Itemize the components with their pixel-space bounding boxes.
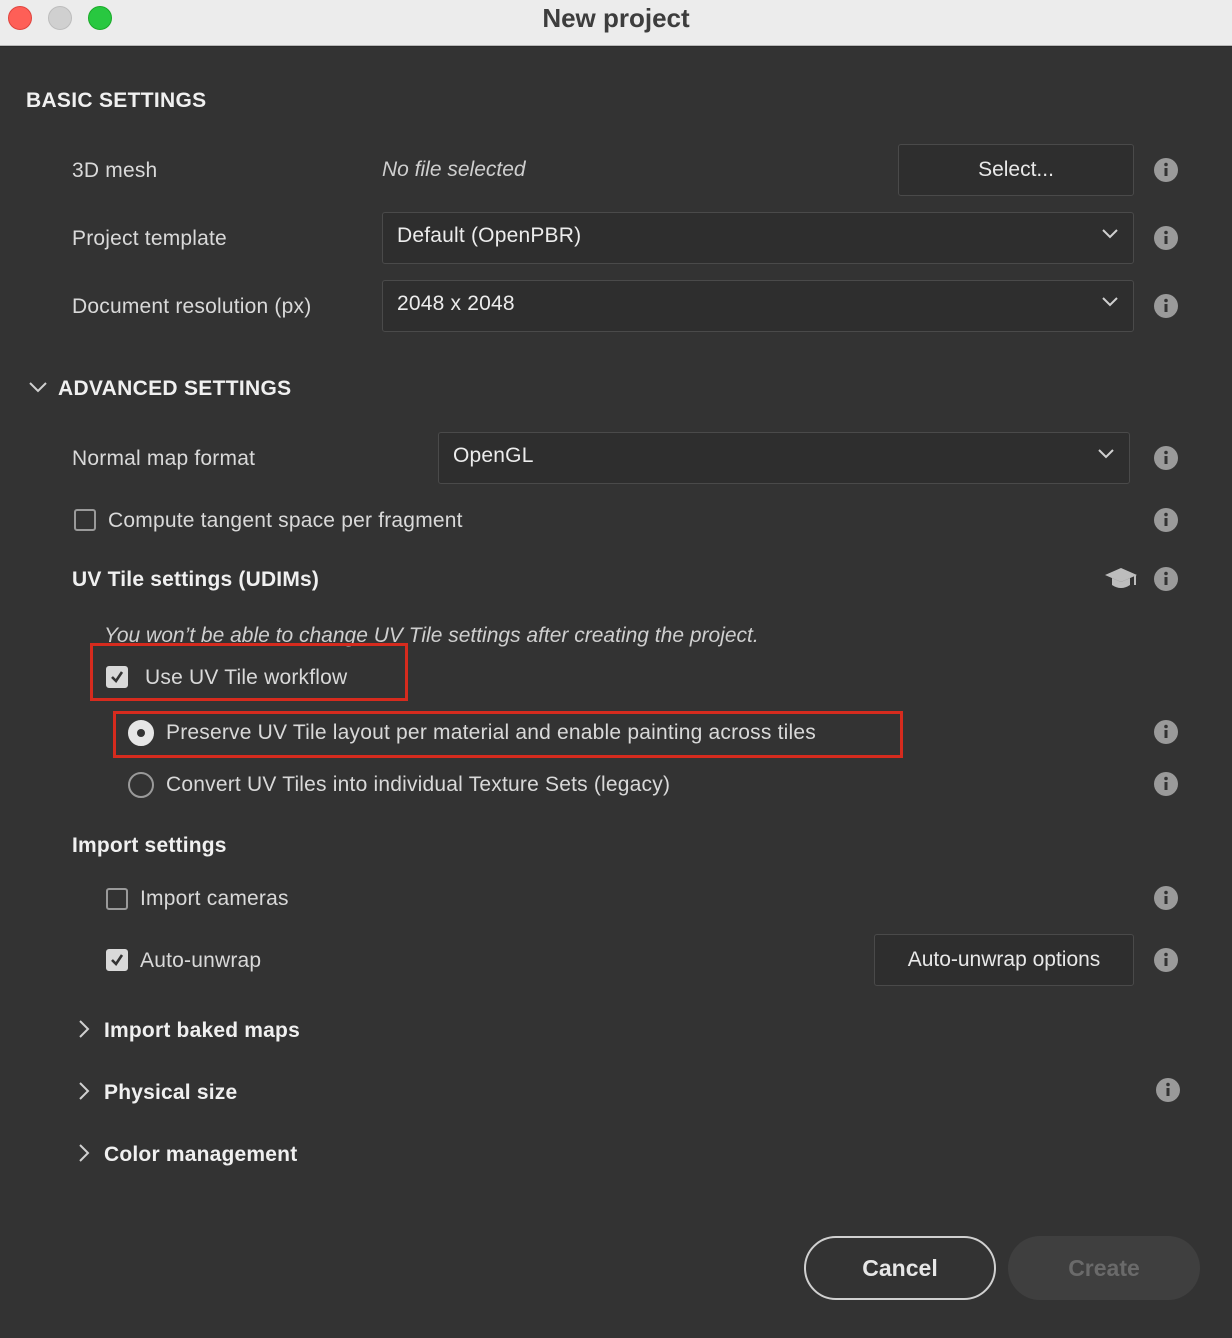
import-cameras-label[interactable]: Import cameras	[140, 887, 289, 911]
window-title: New project	[542, 3, 690, 33]
import-baked-maps-toggle[interactable]: Import baked maps	[104, 1019, 300, 1043]
normal-map-label: Normal map format	[72, 447, 256, 470]
select-mesh-button[interactable]: Select...	[898, 144, 1134, 196]
convert-tiles-radio[interactable]	[128, 772, 154, 798]
template-dropdown[interactable]: Default (OpenPBR)	[382, 212, 1134, 264]
info-icon[interactable]	[1154, 158, 1178, 182]
info-icon[interactable]	[1154, 720, 1178, 744]
resolution-label: Document resolution (px)	[72, 295, 312, 318]
auto-unwrap-label[interactable]: Auto-unwrap	[140, 949, 261, 973]
uv-workflow-checkbox[interactable]	[106, 666, 128, 688]
preserve-layout-radio[interactable]	[128, 720, 154, 746]
resolution-dropdown[interactable]: 2048 x 2048	[382, 280, 1134, 332]
physical-size-toggle[interactable]: Physical size	[104, 1081, 237, 1105]
auto-unwrap-checkbox[interactable]	[106, 949, 128, 971]
tangent-label[interactable]: Compute tangent space per fragment	[108, 509, 463, 533]
convert-tiles-label[interactable]: Convert UV Tiles into individual Texture…	[166, 773, 670, 797]
chevron-right-icon[interactable]	[76, 1143, 90, 1163]
chevron-down-icon	[1102, 297, 1118, 307]
basic-settings-heading: BASIC SETTINGS	[26, 89, 207, 112]
dialog-body: BASIC SETTINGS 3D mesh No file selected …	[0, 47, 1232, 1338]
resolution-value: 2048 x 2048	[397, 292, 515, 315]
info-icon[interactable]	[1154, 886, 1178, 910]
info-icon[interactable]	[1154, 446, 1178, 470]
graduation-cap-icon[interactable]	[1104, 565, 1138, 593]
normal-map-value: OpenGL	[453, 444, 534, 467]
color-management-toggle[interactable]: Color management	[104, 1143, 297, 1167]
import-settings-heading: Import settings	[72, 834, 227, 857]
checkmark-icon	[111, 671, 124, 684]
template-label: Project template	[72, 227, 227, 250]
chevron-down-icon	[1098, 449, 1114, 459]
preserve-layout-label[interactable]: Preserve UV Tile layout per material and…	[166, 721, 816, 745]
chevron-down-icon[interactable]	[28, 379, 48, 395]
chevron-right-icon[interactable]	[76, 1019, 90, 1039]
chevron-right-icon[interactable]	[76, 1081, 90, 1101]
uv-tile-heading: UV Tile settings (UDIMs)	[72, 568, 320, 591]
checkmark-icon	[111, 954, 124, 967]
auto-unwrap-options-button[interactable]: Auto-unwrap options	[874, 934, 1134, 986]
info-icon[interactable]	[1154, 772, 1178, 796]
info-icon[interactable]	[1154, 948, 1178, 972]
window-titlebar: New project	[0, 0, 1232, 46]
info-icon[interactable]	[1154, 508, 1178, 532]
mesh-label: 3D mesh	[72, 159, 158, 182]
mesh-value: No file selected	[382, 158, 526, 181]
info-icon[interactable]	[1154, 226, 1178, 250]
uv-workflow-label[interactable]: Use UV Tile workflow	[145, 666, 347, 690]
cancel-button[interactable]: Cancel	[804, 1236, 996, 1300]
tangent-checkbox[interactable]	[74, 509, 96, 531]
info-icon[interactable]	[1156, 1078, 1180, 1102]
advanced-settings-heading[interactable]: ADVANCED SETTINGS	[58, 377, 291, 401]
template-value: Default (OpenPBR)	[397, 224, 582, 247]
chevron-down-icon	[1102, 229, 1118, 239]
info-icon[interactable]	[1154, 294, 1178, 318]
normal-map-dropdown[interactable]: OpenGL	[438, 432, 1130, 484]
import-cameras-checkbox[interactable]	[106, 888, 128, 910]
info-icon[interactable]	[1154, 567, 1178, 591]
create-button[interactable]: Create	[1008, 1236, 1200, 1300]
